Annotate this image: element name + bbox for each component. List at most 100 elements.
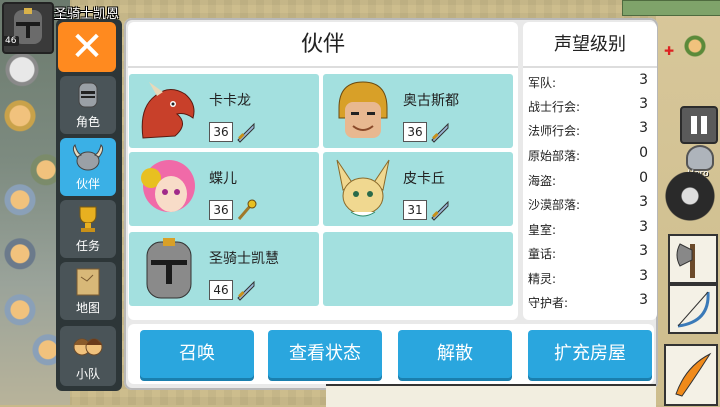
companion-card[interactable]: 卡卡龙 36 <box>129 74 319 148</box>
reputation-value: 3 <box>639 96 648 112</box>
player-level: 46 <box>2 36 20 46</box>
nav-item-label: 任务 <box>75 239 100 253</box>
summon-button[interactable]: 召唤 <box>140 330 254 378</box>
unit-sprite <box>684 34 706 64</box>
golden-warrior-portrait <box>338 81 388 138</box>
nav-item-label: 小队 <box>75 367 100 381</box>
companion-card[interactable]: 奥古斯都 36 <box>323 74 513 148</box>
reputation-faction: 海盗: <box>528 174 557 188</box>
page-title: 伙伴 <box>300 32 345 57</box>
soldier-sprite <box>0 234 40 278</box>
reputation-value: 3 <box>639 120 648 136</box>
soldier-sprite <box>2 52 42 96</box>
companion-name: 圣骑士凯慧 <box>209 251 279 267</box>
inventory-strip <box>326 384 656 407</box>
dark-knight-sprite <box>660 172 720 232</box>
companion-level: 36 <box>209 200 233 220</box>
companion-name: 卡卡龙 <box>209 93 251 109</box>
nav-item-label: 角色 <box>75 115 100 129</box>
reputation-faction: 军队: <box>528 76 557 90</box>
reputation-row: 原始部落: 0 <box>528 143 648 167</box>
staff-icon <box>237 199 257 220</box>
reputation-value: 3 <box>639 292 648 308</box>
reputation-faction: 童话: <box>528 247 557 261</box>
pause-button[interactable] <box>680 106 718 144</box>
scimitar-icon <box>675 352 712 397</box>
companion-level: 46 <box>209 280 233 300</box>
player-portrait <box>2 2 54 54</box>
empty-companion-slot[interactable] <box>323 232 513 306</box>
reputation-value: 0 <box>639 170 648 186</box>
companion-name: 奥古斯都 <box>403 93 459 109</box>
reputation-value: 3 <box>639 194 648 210</box>
reputation-row: 皇室: 3 <box>528 217 648 241</box>
reputation-faction: 战士行会: <box>528 100 581 114</box>
reputation-value: 3 <box>639 219 648 235</box>
view-status-button[interactable]: 查看状态 <box>268 330 382 378</box>
companion-name: 皮卡丘 <box>403 171 445 187</box>
reputation-value: 0 <box>639 145 648 161</box>
pink-hair-girl-portrait <box>141 160 195 212</box>
soldier-sprite <box>0 96 40 140</box>
axe-slot[interactable] <box>668 234 718 284</box>
reputation-value: 3 <box>639 268 648 284</box>
sword-icon <box>431 200 449 221</box>
reputation-row: 沙漠部落: 3 <box>528 192 648 216</box>
reputation-faction: 皇室: <box>528 223 557 237</box>
nav-item-map[interactable]: 地图 <box>60 262 116 320</box>
knight-helmet-portrait <box>146 238 192 299</box>
reputation-row: 精灵: 3 <box>528 266 648 290</box>
scimitar-slot[interactable] <box>664 344 718 406</box>
reputation-title: 声望级别 <box>554 34 626 55</box>
companion-level: 36 <box>209 122 233 142</box>
nav-item-label: 地图 <box>75 301 100 315</box>
red-dragon-portrait <box>141 82 195 139</box>
map-scroll-icon <box>76 268 100 296</box>
reputation-row: 童话: 3 <box>528 241 648 265</box>
reputation-faction: 守护者: <box>528 296 569 310</box>
reputation-row: 法师行会: 3 <box>528 118 648 142</box>
companion-name: 蝶儿 <box>209 171 237 187</box>
companion-level: 36 <box>403 122 427 142</box>
soldier-sprite <box>0 290 40 334</box>
party-portrait-icon <box>73 338 103 356</box>
reputation-faction: 原始部落: <box>528 149 581 163</box>
reputation-value: 3 <box>639 72 648 88</box>
nav-item-character[interactable]: 角色 <box>60 76 116 134</box>
nav-item-label: 伙伴 <box>75 177 100 191</box>
dismiss-button[interactable]: 解散 <box>398 330 512 378</box>
reputation-row: 军队: 3 <box>528 70 648 94</box>
axe-icon <box>676 243 695 278</box>
nav-item-companions[interactable]: 伙伴 <box>60 138 116 196</box>
sword-icon <box>237 122 255 143</box>
companion-level: 31 <box>403 200 427 220</box>
minimap[interactable] <box>622 0 720 16</box>
close-icon: ✕ <box>70 24 104 70</box>
divider <box>523 66 657 68</box>
fox-creature-portrait <box>336 159 390 217</box>
hero-helmet-icon <box>686 145 714 171</box>
companion-card[interactable]: 圣骑士凯慧 46 <box>129 232 319 306</box>
close-button[interactable]: ✕ <box>58 22 116 72</box>
sword-icon <box>237 280 255 301</box>
companion-card[interactable]: 皮卡丘 31 <box>323 152 513 226</box>
trophy-icon <box>79 206 97 232</box>
reputation-row: 战士行会: 3 <box>528 94 648 118</box>
companion-card[interactable]: 蝶儿 36 <box>129 152 319 226</box>
reputation-faction: 法师行会: <box>528 124 581 138</box>
reputation-faction: 沙漠部落: <box>528 198 581 212</box>
knight-helmet-icon <box>78 82 98 108</box>
nav-item-quests[interactable]: 任务 <box>60 200 116 258</box>
divider <box>128 66 518 68</box>
horned-helmet-icon <box>72 144 104 171</box>
reputation-row: 守护者: 3 <box>528 290 648 314</box>
reputation-row: 海盗: 0 <box>528 168 648 192</box>
bow-icon <box>677 291 710 328</box>
nav-item-squad[interactable]: 小队 <box>60 326 116 386</box>
heart-icon: ✚ <box>664 44 675 58</box>
expand-house-button[interactable]: 扩充房屋 <box>528 330 652 378</box>
reputation-faction: 精灵: <box>528 272 557 286</box>
bow-slot[interactable] <box>668 284 718 334</box>
reputation-value: 3 <box>639 243 648 259</box>
sword-icon <box>431 122 449 143</box>
